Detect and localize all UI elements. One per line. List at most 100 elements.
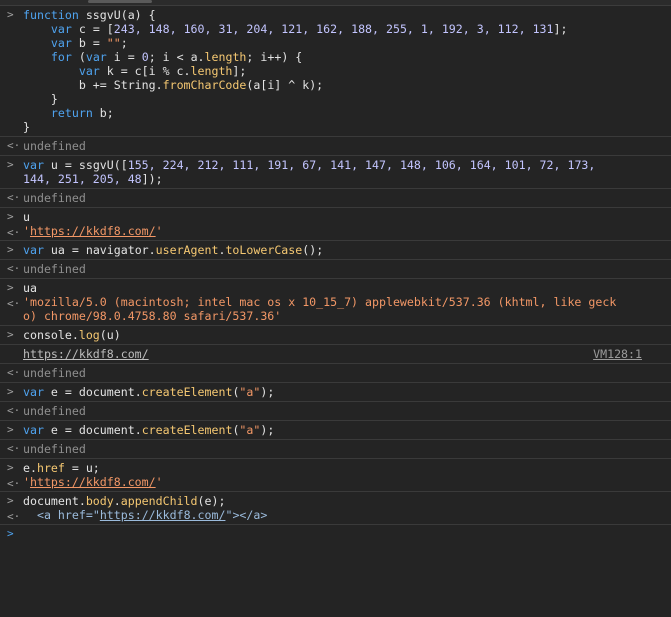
- code-text: .: [113, 494, 121, 508]
- result-arrow-icon: <·: [7, 262, 21, 275]
- console-input-decode-call[interactable]: > var u = ssgvU([155, 224, 212, 111, 191,…: [0, 156, 671, 189]
- result-arrow-icon: <·: [7, 226, 21, 239]
- prompt-chevron-icon: >: [7, 494, 14, 507]
- dom-element-result[interactable]: <a href="https://kkdf8.com/"></a>: [37, 508, 267, 522]
- code-keyword: var: [23, 243, 44, 257]
- code-property: body: [85, 494, 114, 508]
- code-numbers: 155, 224, 212, 111, 191, 67, 141, 147, 1…: [127, 158, 596, 172]
- console-prompt-input[interactable]: >: [0, 525, 671, 543]
- code-text: e.: [23, 461, 37, 475]
- code-text: (: [71, 50, 86, 64]
- code-keyword: var: [23, 64, 100, 78]
- console-input-useragent[interactable]: > var ua = navigator.userAgent.toLowerCas…: [0, 241, 671, 260]
- code-text: = u;: [64, 461, 100, 475]
- code-text: );: [260, 423, 275, 437]
- console-input-create-element[interactable]: > var e = document.createElement("a");: [0, 383, 671, 402]
- result-string: 'https://kkdf8.com/': [23, 224, 163, 238]
- quote: ': [155, 475, 163, 489]
- code-number: 0: [141, 50, 149, 64]
- result-undefined: undefined: [23, 139, 86, 153]
- code-text: ua: [23, 281, 37, 295]
- code-text: e = document.: [43, 423, 142, 437]
- console-input-u[interactable]: > u 'https://kkdf8.com/' <·: [0, 208, 671, 241]
- code-text: ; i < a.: [148, 50, 205, 64]
- result-undefined: undefined: [23, 262, 86, 276]
- console-result: <· undefined: [0, 364, 671, 383]
- code-string: "": [106, 36, 121, 50]
- code-property: href: [36, 461, 65, 475]
- prompt-chevron-icon: >: [7, 461, 14, 474]
- code-keyword: var: [23, 158, 44, 172]
- url-link[interactable]: https://kkdf8.com/: [30, 224, 156, 238]
- code-method: createElement: [141, 385, 233, 399]
- console-input-function[interactable]: > function ssgvU(a) { var c = [243, 148, …: [0, 6, 671, 137]
- result-arrow-icon: <·: [7, 404, 21, 417]
- attr-name: href: [57, 508, 86, 522]
- console-input-href[interactable]: > e.href = u; 'https://kkdf8.com/' <·: [0, 459, 671, 492]
- console-input-ua[interactable]: > ua 'mozilla/5.0 (macintosh; intel mac o…: [0, 279, 671, 326]
- console-input-append-child[interactable]: > document.body.appendChild(e); <a href="…: [0, 492, 671, 525]
- code-text: }: [23, 120, 30, 134]
- result-arrow-icon: <·: [7, 297, 21, 310]
- code-text: );: [260, 385, 275, 399]
- code-text: console.: [23, 328, 79, 342]
- source-location-link[interactable]: VM128:1: [593, 347, 642, 361]
- console-log-message: https://kkdf8.com/VM128:1: [0, 345, 671, 364]
- code-property: length: [190, 64, 233, 78]
- console-result: <· undefined: [0, 402, 671, 421]
- quote: ': [23, 224, 30, 238]
- result-undefined: undefined: [23, 442, 86, 456]
- result-string: o) chrome/98.0.4758.80 safari/537.36': [23, 309, 282, 323]
- code-text: c = [: [71, 22, 114, 36]
- result-undefined: undefined: [23, 191, 86, 205]
- tag-close: ></a>: [232, 508, 268, 522]
- code-keyword: var: [23, 385, 44, 399]
- code-keyword: var: [85, 50, 107, 64]
- code-text: ]);: [141, 172, 163, 186]
- prompt-chevron-icon: >: [7, 385, 14, 398]
- result-arrow-icon: <·: [7, 366, 21, 379]
- prompt-chevron-icon: >: [7, 243, 14, 256]
- console-log: > function ssgvU(a) { var c = [243, 148, …: [0, 6, 671, 543]
- quote: ': [155, 224, 163, 238]
- code-text: i =: [106, 50, 142, 64]
- console-input-log[interactable]: > console.log(u): [0, 326, 671, 345]
- code-text: ;: [120, 36, 128, 50]
- code-text: u = ssgvU([: [43, 158, 128, 172]
- prompt-chevron-icon: >: [7, 423, 14, 436]
- url-link[interactable]: https://kkdf8.com/: [100, 508, 226, 522]
- quote: ': [23, 475, 30, 489]
- code-method: createElement: [141, 423, 233, 437]
- code-text: ];: [553, 22, 568, 36]
- code-text: ssgvU(a) {: [78, 8, 156, 22]
- code-text: ];: [232, 64, 247, 78]
- console-input-create-element[interactable]: > var e = document.createElement("a");: [0, 421, 671, 440]
- result-arrow-icon: <·: [7, 477, 21, 490]
- code-method: log: [78, 328, 100, 342]
- url-link[interactable]: https://kkdf8.com/: [23, 347, 149, 361]
- result-arrow-icon: <·: [7, 191, 21, 204]
- prompt-chevron-icon: >: [7, 8, 14, 21]
- result-undefined: undefined: [23, 366, 86, 380]
- result-string: 'https://kkdf8.com/': [23, 475, 163, 489]
- code-text: (a[i] ^ k);: [246, 78, 324, 92]
- console-result: <· undefined: [0, 137, 671, 156]
- result-string: 'mozilla/5.0 (macintosh; intel mac os x …: [23, 295, 617, 309]
- code-string: "a": [239, 423, 261, 437]
- prompt-chevron-icon: >: [7, 527, 14, 540]
- code-keyword: return: [23, 106, 93, 120]
- code-method: appendChild: [120, 494, 198, 508]
- code-keyword: for: [23, 50, 72, 64]
- code-numbers: 243, 148, 160, 31, 204, 121, 162, 188, 2…: [113, 22, 554, 36]
- code-method: fromCharCode: [162, 78, 247, 92]
- attr-eq: =": [85, 508, 100, 522]
- code-text: }: [23, 92, 58, 106]
- code-text: b =: [71, 36, 107, 50]
- result-arrow-icon: <·: [7, 139, 21, 152]
- scrollbar-thumb[interactable]: [88, 0, 152, 3]
- code-property: userAgent: [155, 243, 219, 257]
- code-text: u: [23, 210, 30, 224]
- code-property: length: [204, 50, 247, 64]
- url-link[interactable]: https://kkdf8.com/: [30, 475, 156, 489]
- code-keyword: var: [23, 22, 72, 36]
